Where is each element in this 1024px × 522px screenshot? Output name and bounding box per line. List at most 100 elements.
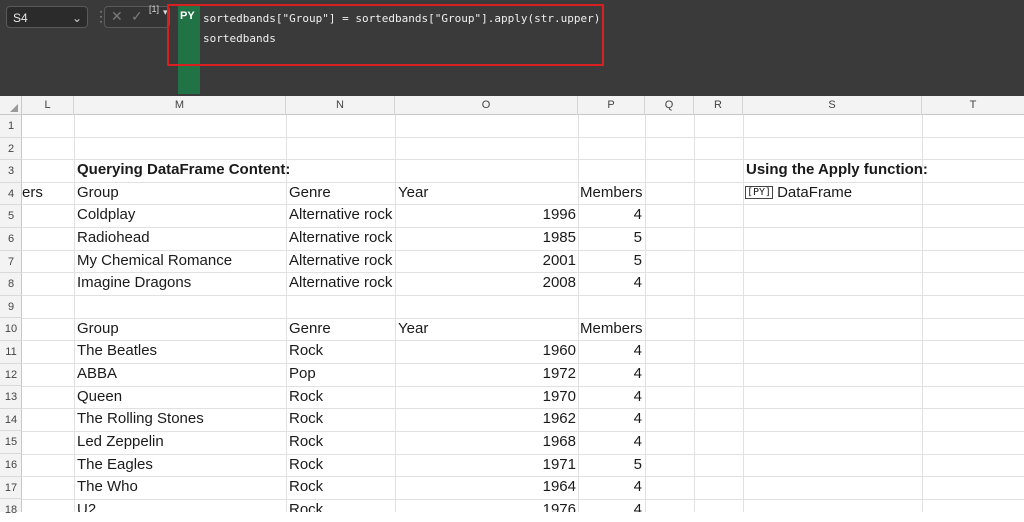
row-header[interactable]: 8 <box>0 273 22 296</box>
table-cell-members[interactable]: 4 <box>580 386 642 408</box>
table-cell-group[interactable]: Queen <box>77 386 282 408</box>
table-cell-group[interactable]: Imagine Dragons <box>77 272 282 294</box>
row-header[interactable]: 10 <box>0 318 22 341</box>
row-header[interactable]: 16 <box>0 454 22 477</box>
table-cell-year[interactable]: 1976 <box>398 499 576 512</box>
section-title-apply[interactable]: Using the Apply function: <box>746 159 946 181</box>
grid-line <box>645 115 646 512</box>
row-header[interactable]: 3 <box>0 160 22 183</box>
table-cell-members[interactable]: 4 <box>580 476 642 498</box>
row-header-column: 1 2 3 4 5 6 7 8 9 10 11 12 13 14 15 16 1… <box>0 115 22 516</box>
header-year[interactable]: Year <box>398 182 576 204</box>
table-cell-genre[interactable]: Alternative rock <box>289 250 393 272</box>
header-members[interactable]: Members <box>580 182 644 204</box>
cancel-icon[interactable]: ✕ <box>111 8 123 25</box>
select-all-button[interactable] <box>0 96 22 115</box>
header-group[interactable]: Group <box>77 318 282 340</box>
table-cell-members[interactable]: 4 <box>580 340 642 362</box>
table-cell-members[interactable]: 5 <box>580 454 642 476</box>
table-cell-genre[interactable]: Rock <box>289 386 393 408</box>
table-cell-genre[interactable]: Rock <box>289 476 393 498</box>
column-header-r[interactable]: R <box>694 96 743 115</box>
table-cell-genre[interactable]: Rock <box>289 431 393 453</box>
table-cell-members[interactable]: 4 <box>580 499 642 512</box>
table-cell-year[interactable]: 1970 <box>398 386 576 408</box>
table-cell-genre[interactable]: Rock <box>289 499 393 512</box>
row-header[interactable]: 9 <box>0 296 22 319</box>
header-members[interactable]: Members <box>580 318 644 340</box>
table-cell-members[interactable]: 4 <box>580 204 642 226</box>
table-cell-year[interactable]: 2001 <box>398 250 576 272</box>
row-header[interactable]: 12 <box>0 364 22 387</box>
table-cell-members[interactable]: 5 <box>580 227 642 249</box>
table-cell-year[interactable]: 1996 <box>398 204 576 226</box>
table-cell-year[interactable]: 1964 <box>398 476 576 498</box>
row-header[interactable]: 7 <box>0 251 22 274</box>
table-cell-genre[interactable]: Alternative rock <box>289 227 393 249</box>
column-header-p[interactable]: P <box>578 96 645 115</box>
table-cell-year[interactable]: 1971 <box>398 454 576 476</box>
header-group[interactable]: Group <box>77 182 282 204</box>
formula-actions: ✕ ✓ [1] ▾ <box>104 4 170 28</box>
column-header-s[interactable]: S <box>743 96 922 115</box>
table-cell-group[interactable]: The Beatles <box>77 340 282 362</box>
row-header[interactable]: 1 <box>0 115 22 138</box>
cell-l4-partial[interactable]: ers <box>22 182 72 204</box>
row-header[interactable]: 2 <box>0 138 22 161</box>
row-header[interactable]: 14 <box>0 409 22 432</box>
column-header-t[interactable]: T <box>922 96 1024 115</box>
table-cell-year[interactable]: 1972 <box>398 363 576 385</box>
table-cell-year[interactable]: 1962 <box>398 408 576 430</box>
table-cell-members[interactable]: 4 <box>580 363 642 385</box>
column-header-l[interactable]: L <box>22 96 74 115</box>
table-cell-genre[interactable]: Alternative rock <box>289 272 393 294</box>
table-cell-group[interactable]: ABBA <box>77 363 282 385</box>
table-cell-group[interactable]: Led Zeppelin <box>77 431 282 453</box>
header-genre[interactable]: Genre <box>289 182 393 204</box>
table-cell-group[interactable]: Coldplay <box>77 204 282 226</box>
table-cell-members[interactable]: 4 <box>580 408 642 430</box>
table-cell-group[interactable]: Radiohead <box>77 227 282 249</box>
chevron-down-icon[interactable]: ⌄ <box>72 7 82 29</box>
table-cell-group[interactable]: The Who <box>77 476 282 498</box>
table-cell-group[interactable]: The Eagles <box>77 454 282 476</box>
row-header[interactable]: 18 <box>0 499 22 522</box>
section-title-querying[interactable]: Querying DataFrame Content: <box>77 159 397 181</box>
formula-editor-highlight[interactable] <box>167 4 604 66</box>
table-cell-group[interactable]: My Chemical Romance <box>77 250 282 272</box>
cell-s4-python-output[interactable]: [PY] DataFrame <box>745 182 920 204</box>
header-genre[interactable]: Genre <box>289 318 393 340</box>
table-cell-year[interactable]: 1960 <box>398 340 576 362</box>
row-header[interactable]: 13 <box>0 386 22 409</box>
table-cell-genre[interactable]: Alternative rock <box>289 204 393 226</box>
column-header-o[interactable]: O <box>395 96 578 115</box>
table-cell-members[interactable]: 4 <box>580 272 642 294</box>
row-header[interactable]: 17 <box>0 477 22 500</box>
table-cell-group[interactable]: U2 <box>77 499 282 512</box>
table-cell-year[interactable]: 2008 <box>398 272 576 294</box>
row-header[interactable]: 6 <box>0 228 22 251</box>
table-cell-year[interactable]: 1985 <box>398 227 576 249</box>
row-header[interactable]: 5 <box>0 205 22 228</box>
grid-line <box>22 295 1024 296</box>
python-dataframe-icon[interactable]: [PY] <box>745 186 774 199</box>
table-cell-genre[interactable]: Pop <box>289 363 393 385</box>
table-cell-genre[interactable]: Rock <box>289 408 393 430</box>
table-cell-genre[interactable]: Rock <box>289 340 393 362</box>
column-header-n[interactable]: N <box>286 96 395 115</box>
row-header[interactable]: 15 <box>0 431 22 454</box>
table-cell-genre[interactable]: Rock <box>289 454 393 476</box>
name-box[interactable]: S4 ⌄ <box>6 6 88 28</box>
header-year[interactable]: Year <box>398 318 576 340</box>
row-header[interactable]: 11 <box>0 341 22 364</box>
enter-check-icon[interactable]: ✓ <box>131 8 143 25</box>
table-cell-members[interactable]: 4 <box>580 431 642 453</box>
table-cell-group[interactable]: The Rolling Stones <box>77 408 282 430</box>
row-header[interactable]: 4 <box>0 183 22 206</box>
table-cell-members[interactable]: 5 <box>580 250 642 272</box>
column-header-q[interactable]: Q <box>645 96 694 115</box>
python-output-icon[interactable]: [1] <box>149 4 159 14</box>
table-cell-year[interactable]: 1968 <box>398 431 576 453</box>
column-header-m[interactable]: M <box>74 96 286 115</box>
grid-line <box>578 115 579 512</box>
